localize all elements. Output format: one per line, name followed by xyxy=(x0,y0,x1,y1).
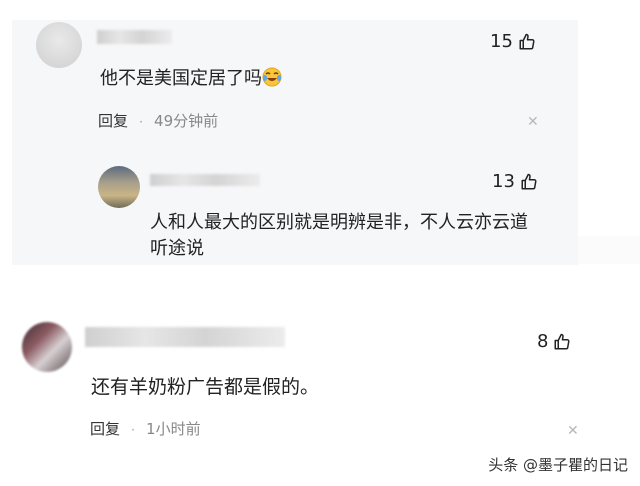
watermark: 头条 @墨子瞿的日记 xyxy=(488,456,628,474)
laughing-crying-emoji xyxy=(262,67,282,87)
like-count: 13 xyxy=(492,171,515,192)
thumbs-up-icon xyxy=(554,333,570,349)
username-blurred[interactable] xyxy=(85,327,285,347)
comment-text: 他不是美国定居了吗 xyxy=(100,64,282,90)
reply-button[interactable]: 回复 xyxy=(98,112,128,130)
reply-text: 人和人最大的区别就是明辨是非，不人云亦云道 xyxy=(150,212,528,233)
like-count: 8 xyxy=(537,331,549,352)
like-button[interactable]: 8 xyxy=(537,331,571,352)
comment-text: 还有羊奶粉广告都是假的。 xyxy=(91,376,320,398)
user-avatar[interactable] xyxy=(98,166,140,208)
separator-dot: · xyxy=(131,423,135,437)
divider-strip xyxy=(578,236,640,264)
comment-time: 49分钟前 xyxy=(154,112,219,130)
reply-button[interactable]: 回复 xyxy=(90,420,120,438)
like-button[interactable]: 13 xyxy=(492,171,538,192)
thumbs-up-icon xyxy=(521,173,537,189)
user-avatar[interactable] xyxy=(36,22,82,68)
reply-text-continued: 听途说 xyxy=(150,238,204,259)
username-blurred[interactable] xyxy=(97,30,172,44)
close-icon[interactable]: ✕ xyxy=(527,114,539,130)
close-icon[interactable]: ✕ xyxy=(567,423,579,439)
thumbs-up-icon xyxy=(519,33,535,49)
user-avatar[interactable] xyxy=(22,322,72,372)
username-blurred[interactable] xyxy=(150,174,260,186)
like-count: 15 xyxy=(490,31,513,52)
comment-time: 1小时前 xyxy=(146,420,201,438)
separator-dot: · xyxy=(139,115,143,129)
like-button[interactable]: 15 xyxy=(490,31,536,52)
